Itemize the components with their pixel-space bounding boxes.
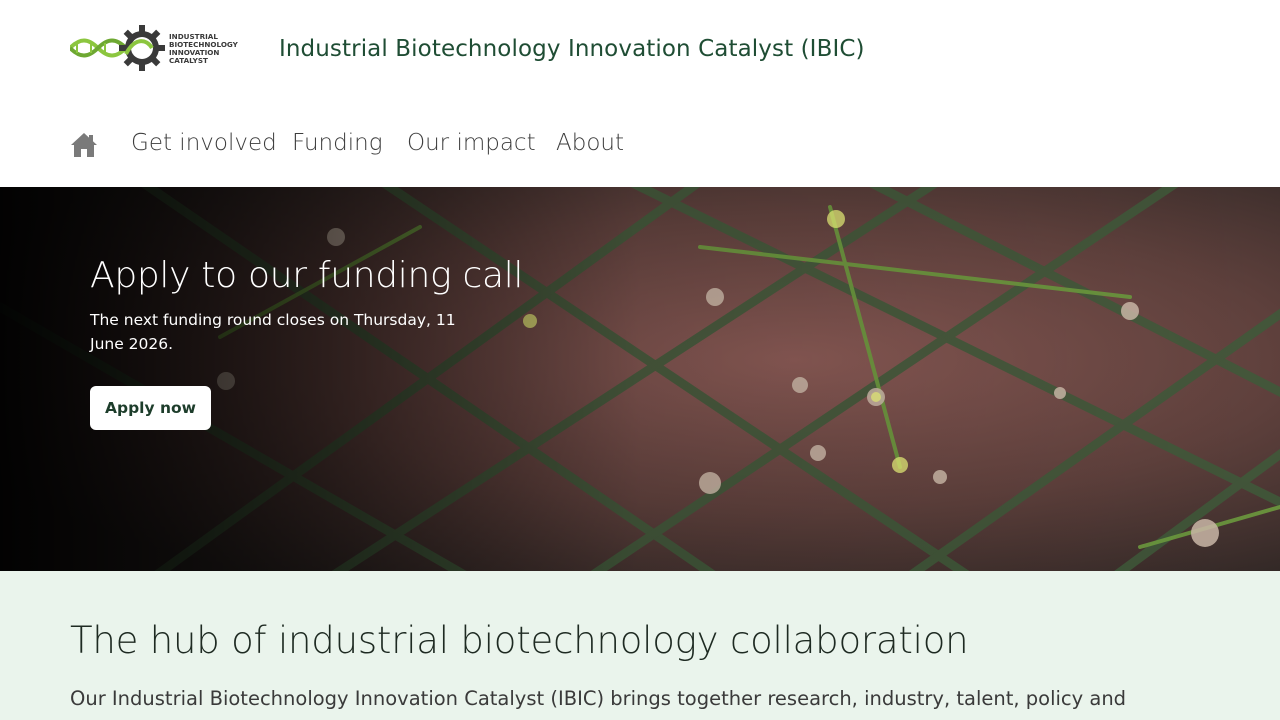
ibic-logo-graphic: INDUSTRIAL BIOTECHNOLOGY INNOVATION CATA… xyxy=(70,25,239,71)
nav-item-about[interactable]: About xyxy=(556,130,624,156)
site-title-link[interactable]: Industrial Biotechnology Innovation Cata… xyxy=(279,36,865,62)
hero-content: Apply to our funding call The next fundi… xyxy=(90,255,524,430)
home-icon[interactable] xyxy=(70,131,98,159)
hero-banner: Apply to our funding call The next fundi… xyxy=(0,187,1280,571)
nav-item-get-involved[interactable]: Get involved xyxy=(131,130,277,156)
logo-text-line: CATALYST xyxy=(169,56,208,65)
main-nav: Get involved Funding Our impact About xyxy=(0,100,1280,187)
intro-heading: The hub of industrial biotechnology coll… xyxy=(70,619,969,662)
hero-title: Apply to our funding call xyxy=(90,255,524,296)
intro-section: The hub of industrial biotechnology coll… xyxy=(0,571,1280,720)
ibic-logo[interactable]: INDUSTRIAL BIOTECHNOLOGY INNOVATION CATA… xyxy=(70,24,240,74)
apply-now-button[interactable]: Apply now xyxy=(90,386,212,430)
hero-description: The next funding round closes on Thursda… xyxy=(90,311,456,353)
site-header: INDUSTRIAL BIOTECHNOLOGY INNOVATION CATA… xyxy=(0,0,1280,100)
intro-text: Our Industrial Biotechnology Innovation … xyxy=(70,687,1127,720)
hero-background-image xyxy=(0,187,1280,571)
nav-item-funding[interactable]: Funding xyxy=(292,130,383,156)
nav-item-our-impact[interactable]: Our impact xyxy=(407,130,536,156)
